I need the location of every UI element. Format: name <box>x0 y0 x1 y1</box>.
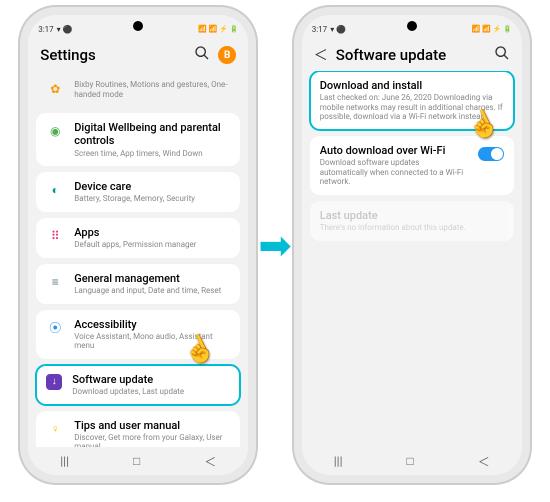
header: ＜ Software update <box>302 39 522 71</box>
settings-item-software-update[interactable]: ↓ Software update Download updates, Last… <box>36 365 240 405</box>
gear-icon: ✿ <box>46 80 64 98</box>
phone-right: 3:17 ▾ ⚫ 📶 📶 ⚡ 🔋 ＜ Software update Downl… <box>302 15 522 475</box>
settings-item-wellbeing[interactable]: ◉ Digital Wellbeing and parental control… <box>36 113 240 166</box>
accessibility-icon: ⦿ <box>46 319 64 337</box>
item-sub: Language and input, Date and time, Reset <box>74 286 230 296</box>
item-sub: Screen time, App timers, Wind Down <box>74 149 230 159</box>
header: Settings B <box>28 39 248 71</box>
nav-back-icon[interactable]: ＜ <box>478 453 490 470</box>
sliders-icon: ≡ <box>46 273 64 291</box>
update-icon: ↓ <box>46 374 62 390</box>
auto-download-item[interactable]: Auto download over Wi-Fi Download softwa… <box>310 136 514 195</box>
page-title: Settings <box>40 46 186 64</box>
status-left-icons: ▾ ⚫ <box>57 25 73 34</box>
nav-recent-icon[interactable]: ||| <box>60 454 69 468</box>
settings-item-tips[interactable]: ♀ Tips and user manual Discover, Get mor… <box>36 411 240 447</box>
status-time: 3:17 <box>38 25 53 34</box>
nav-home-icon[interactable]: □ <box>407 454 414 468</box>
item-sub: Download software updates automatically … <box>320 158 468 187</box>
download-install-item[interactable]: Download and install Last checked on: Ju… <box>310 71 514 130</box>
search-icon[interactable] <box>194 45 210 65</box>
search-icon[interactable] <box>494 45 510 65</box>
apps-icon: ⠿ <box>46 227 64 245</box>
wellbeing-icon: ◉ <box>46 122 64 140</box>
item-label: Bixby Routines, Motions and gestures, On… <box>74 80 230 99</box>
item-label: General management <box>74 272 230 285</box>
settings-item-advanced[interactable]: ✿ Bixby Routines, Motions and gestures, … <box>36 71 240 107</box>
item-sub: Default apps, Permission manager <box>74 240 230 250</box>
settings-item-apps[interactable]: ⠿ Apps Default apps, Permission manager <box>36 218 240 258</box>
nav-back-icon[interactable]: ＜ <box>204 453 216 470</box>
item-sub: Voice Assistant, Mono audio, Assistant m… <box>74 332 230 351</box>
settings-item-general[interactable]: ≡ General management Language and input,… <box>36 264 240 304</box>
item-label: Accessibility <box>74 318 230 331</box>
camera-notch <box>407 21 417 31</box>
item-sub: Discover, Get more from your Galaxy, Use… <box>74 433 230 447</box>
status-left-icons: ▾ ⚫ <box>330 25 346 34</box>
item-label: Download and install <box>320 79 504 92</box>
nav-home-icon[interactable]: □ <box>133 454 140 468</box>
lightbulb-icon: ♀ <box>46 420 64 438</box>
wifi-toggle[interactable] <box>478 147 504 161</box>
arrow-right-icon: ➡ <box>258 222 292 269</box>
status-right-icons: 📶 📶 ⚡ 🔋 <box>198 25 238 33</box>
item-label: Software update <box>72 373 230 386</box>
item-label: Device care <box>74 180 230 193</box>
item-sub: There's no information about this update… <box>320 223 504 233</box>
last-update-item[interactable]: Last update There's no information about… <box>310 201 514 241</box>
nav-bar: ||| □ ＜ <box>28 447 248 475</box>
page-title: Software update <box>336 46 486 64</box>
item-label: Tips and user manual <box>74 419 230 432</box>
nav-recent-icon[interactable]: ||| <box>334 454 343 468</box>
status-right-icons: 📶 📶 ⚡ 🔋 <box>472 25 512 33</box>
item-label: Digital Wellbeing and parental controls <box>74 121 230 147</box>
phone-left: 3:17 ▾ ⚫ 📶 📶 ⚡ 🔋 Settings B ✿ Bixby Rout… <box>28 15 248 475</box>
update-list: Download and install Last checked on: Ju… <box>302 71 522 447</box>
item-label: Apps <box>74 226 230 239</box>
item-sub: Last checked on: June 26, 2020 Downloadi… <box>320 93 504 122</box>
settings-item-device-care[interactable]: ◐ Device care Battery, Storage, Memory, … <box>36 172 240 212</box>
status-time: 3:17 <box>312 25 327 34</box>
camera-notch <box>133 21 143 31</box>
device-care-icon: ◐ <box>46 181 64 199</box>
item-sub: Battery, Storage, Memory, Security <box>74 194 230 204</box>
settings-list: ✿ Bixby Routines, Motions and gestures, … <box>28 71 248 447</box>
nav-bar: ||| □ ＜ <box>302 447 522 475</box>
settings-item-accessibility[interactable]: ⦿ Accessibility Voice Assistant, Mono au… <box>36 310 240 359</box>
avatar[interactable]: B <box>218 46 236 64</box>
back-icon[interactable]: ＜ <box>314 45 328 65</box>
item-label: Auto download over Wi-Fi <box>320 144 468 157</box>
item-sub: Download updates, Last update <box>72 387 230 397</box>
item-label: Last update <box>320 209 504 222</box>
